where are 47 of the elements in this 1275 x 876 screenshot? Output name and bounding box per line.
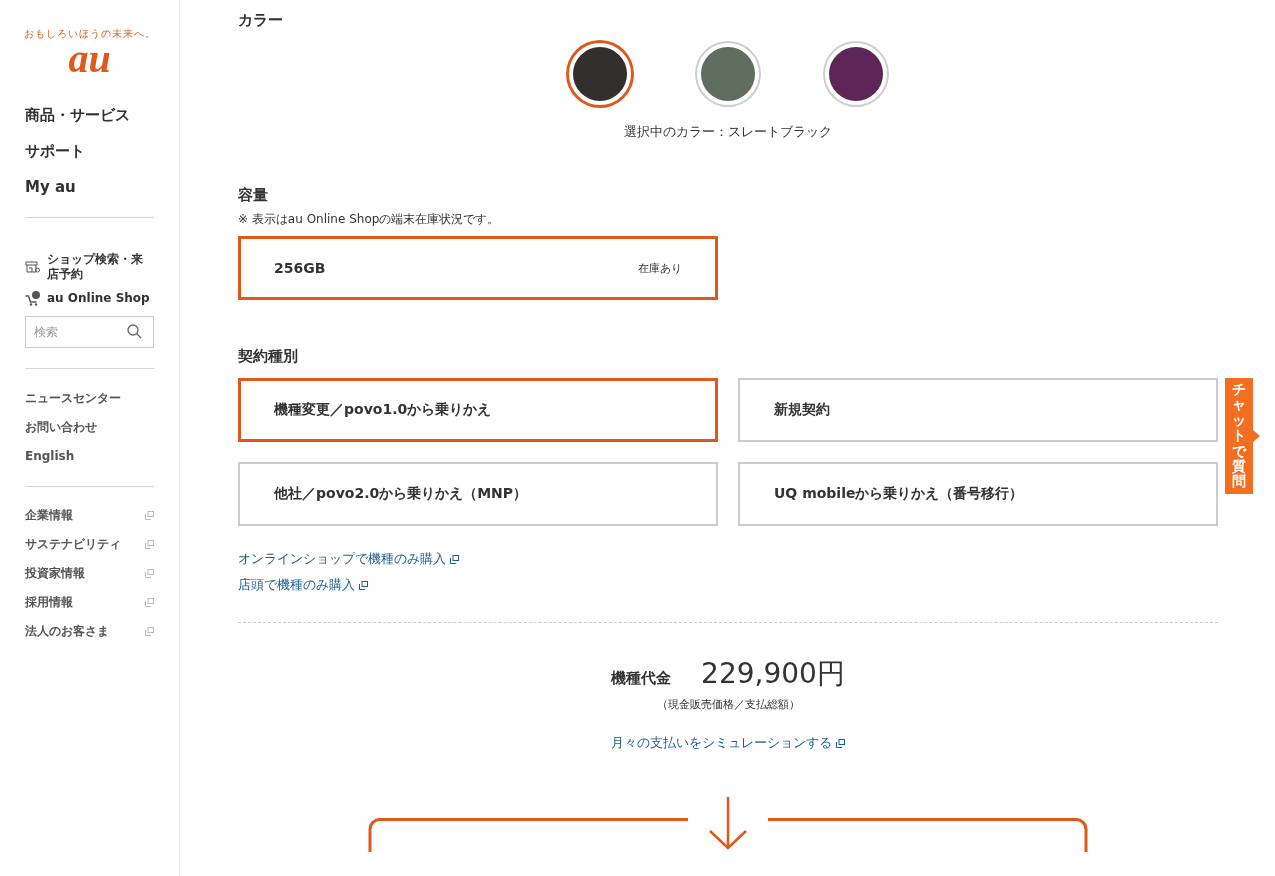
price-note: （現金販売価格／支払総額） — [656, 697, 800, 712]
simulation-link[interactable]: 月々の支払いをシミュレーションする — [611, 734, 845, 752]
purchase-link[interactable]: 店頭で機種のみ購入 — [238, 576, 368, 594]
section-title: カラー — [238, 10, 284, 31]
cart-globe-icon — [25, 290, 41, 306]
color-swatch[interactable] — [825, 43, 887, 105]
external-link-icon — [145, 511, 154, 520]
external-link-icon — [145, 598, 154, 607]
color-swatch[interactable] — [569, 43, 631, 105]
logo-wordmark[interactable]: au — [68, 41, 111, 77]
search-icon — [127, 324, 142, 339]
shop-link[interactable]: au Online Shop — [25, 290, 154, 306]
external-link-icon — [145, 569, 154, 578]
external-link-icon — [359, 580, 368, 590]
price-label: 機種代金 — [611, 669, 672, 688]
storefront-icon — [25, 260, 41, 274]
corporate-link[interactable]: 法人のお客さま — [25, 617, 154, 646]
nav-link[interactable]: お問い合わせ — [25, 413, 154, 442]
price-amount: 229,900円 — [701, 656, 845, 692]
contract-option[interactable]: 機種変更／povo1.0から乗りかえ — [238, 378, 718, 442]
down-arrow-icon — [708, 796, 748, 850]
nav-link[interactable]: My au — [25, 169, 154, 205]
color-swatch[interactable] — [697, 43, 759, 105]
external-link-icon — [836, 738, 845, 748]
external-link-icon — [450, 554, 459, 564]
shop-link[interactable]: ショップ検索・来店予約 — [25, 252, 154, 282]
section-title: 契約種別 — [238, 346, 299, 367]
corporate-link[interactable]: 企業情報 — [25, 501, 154, 530]
purchase-link[interactable]: オンラインショップで機種のみ購入 — [238, 550, 459, 568]
nav-link[interactable]: 商品・サービス — [25, 97, 154, 133]
stock-note: ※ 表示はau Online Shopの端末在庫状況です。 — [238, 211, 501, 228]
corporate-link[interactable]: 投資家情報 — [25, 559, 154, 588]
nav-link[interactable]: サポート — [25, 133, 154, 169]
corporate-link[interactable]: サステナビリティ — [25, 530, 154, 559]
search-field[interactable]: 検索 — [25, 316, 154, 348]
nav-link[interactable]: English — [25, 442, 154, 471]
external-link-icon — [145, 627, 154, 636]
contract-option[interactable]: 新規契約 — [738, 378, 1218, 442]
corporate-link[interactable]: 採用情報 — [25, 588, 154, 617]
external-link-icon — [145, 540, 154, 549]
selected-color-caption: 選択中のカラー：スレートブラック — [623, 123, 833, 141]
nav-link[interactable]: ニュースセンター — [25, 384, 154, 413]
contract-option[interactable]: UQ mobileから乗りかえ（番号移行） — [738, 462, 1218, 526]
section-title: 容量 — [238, 185, 269, 206]
logo-tagline: おもしろいほうの未来へ。 — [23, 27, 156, 41]
capacity-option[interactable]: 256GB 在庫あり — [238, 236, 718, 300]
contract-option[interactable]: 他社／povo2.0から乗りかえ（MNP） — [238, 462, 718, 526]
